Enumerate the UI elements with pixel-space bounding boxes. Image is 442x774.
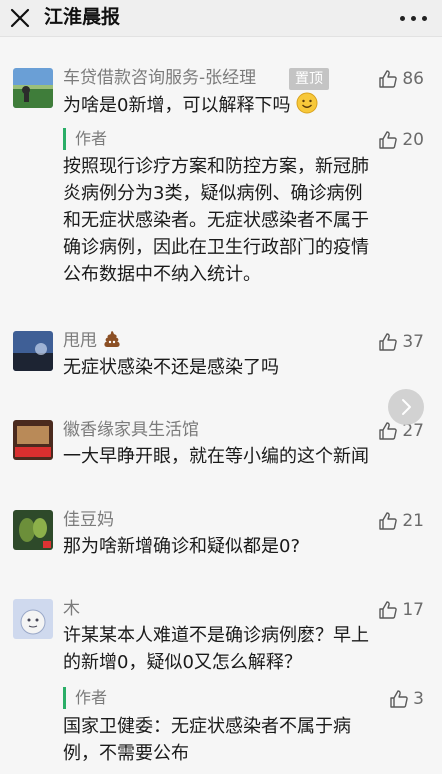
author-tag: 作者 <box>63 687 107 709</box>
like-button[interactable]: 17 <box>378 599 424 621</box>
thumbs-up-icon <box>379 70 398 88</box>
username[interactable]: 木 <box>63 597 80 621</box>
avatar[interactable] <box>13 420 53 460</box>
like-button[interactable]: 21 <box>378 510 424 532</box>
comment-text: 无症状感染不还是感染了吗 <box>63 357 279 378</box>
like-count: 17 <box>402 600 424 620</box>
like-count: 86 <box>402 69 424 89</box>
page-title: 江淮晨报 <box>44 6 121 28</box>
thumbs-up-icon <box>379 333 398 351</box>
comment-text: 一大早睁开眼，就在等小编的这个新闻 <box>63 446 369 467</box>
thumbs-up-icon <box>379 512 398 530</box>
pinned-badge: 置顶 <box>289 68 329 90</box>
smiling-face-emoji <box>296 92 318 114</box>
next-arrow-button[interactable] <box>388 389 424 425</box>
username[interactable]: 车贷借款咨询服务-张经理 <box>63 66 256 90</box>
username[interactable]: 徽香缘家具生活馆 <box>63 418 199 442</box>
author-tag: 作者 <box>63 128 107 150</box>
like-count: 21 <box>402 511 424 531</box>
chevron-right-icon <box>402 399 411 415</box>
comment-text: 为啥是0新增，可以解释下吗 <box>63 92 423 119</box>
like-count: 37 <box>402 332 424 352</box>
avatar[interactable] <box>13 68 53 108</box>
like-button[interactable]: 37 <box>378 331 424 353</box>
username[interactable]: 佳豆妈 <box>63 508 114 532</box>
poop-emoji <box>104 331 121 347</box>
like-button[interactable]: 86 <box>378 68 424 90</box>
like-button[interactable]: 20 <box>378 129 424 151</box>
like-button[interactable]: 3 <box>389 688 424 710</box>
avatar[interactable] <box>13 599 53 639</box>
avatar[interactable] <box>13 510 53 550</box>
author-reply-text: 按照现行诊疗方案和防控方案，新冠肺 炎病例分为3类，疑似病例、确诊病例 和无症状… <box>63 156 369 285</box>
author-reply-text: 国家卫健委：无症状感染者不属于病 例，不需要公布 <box>63 716 351 764</box>
close-icon[interactable] <box>10 8 30 28</box>
username[interactable]: 甩甩 <box>63 329 122 353</box>
thumbs-up-icon <box>390 690 408 708</box>
thumbs-up-icon <box>379 131 398 149</box>
like-count: 3 <box>413 689 424 709</box>
comment-text: 许某某本人难道不是确诊病例麽？早上 的新增0，疑似0又怎么解释？ <box>63 625 369 673</box>
top-bar: 江淮晨报 <box>0 0 442 37</box>
comment-text: 那为啥新增确诊和疑似都是0? <box>63 536 301 557</box>
avatar[interactable] <box>13 331 53 371</box>
thumbs-up-icon <box>379 601 398 619</box>
more-dots-icon[interactable] <box>398 16 430 22</box>
like-count: 20 <box>402 130 424 150</box>
